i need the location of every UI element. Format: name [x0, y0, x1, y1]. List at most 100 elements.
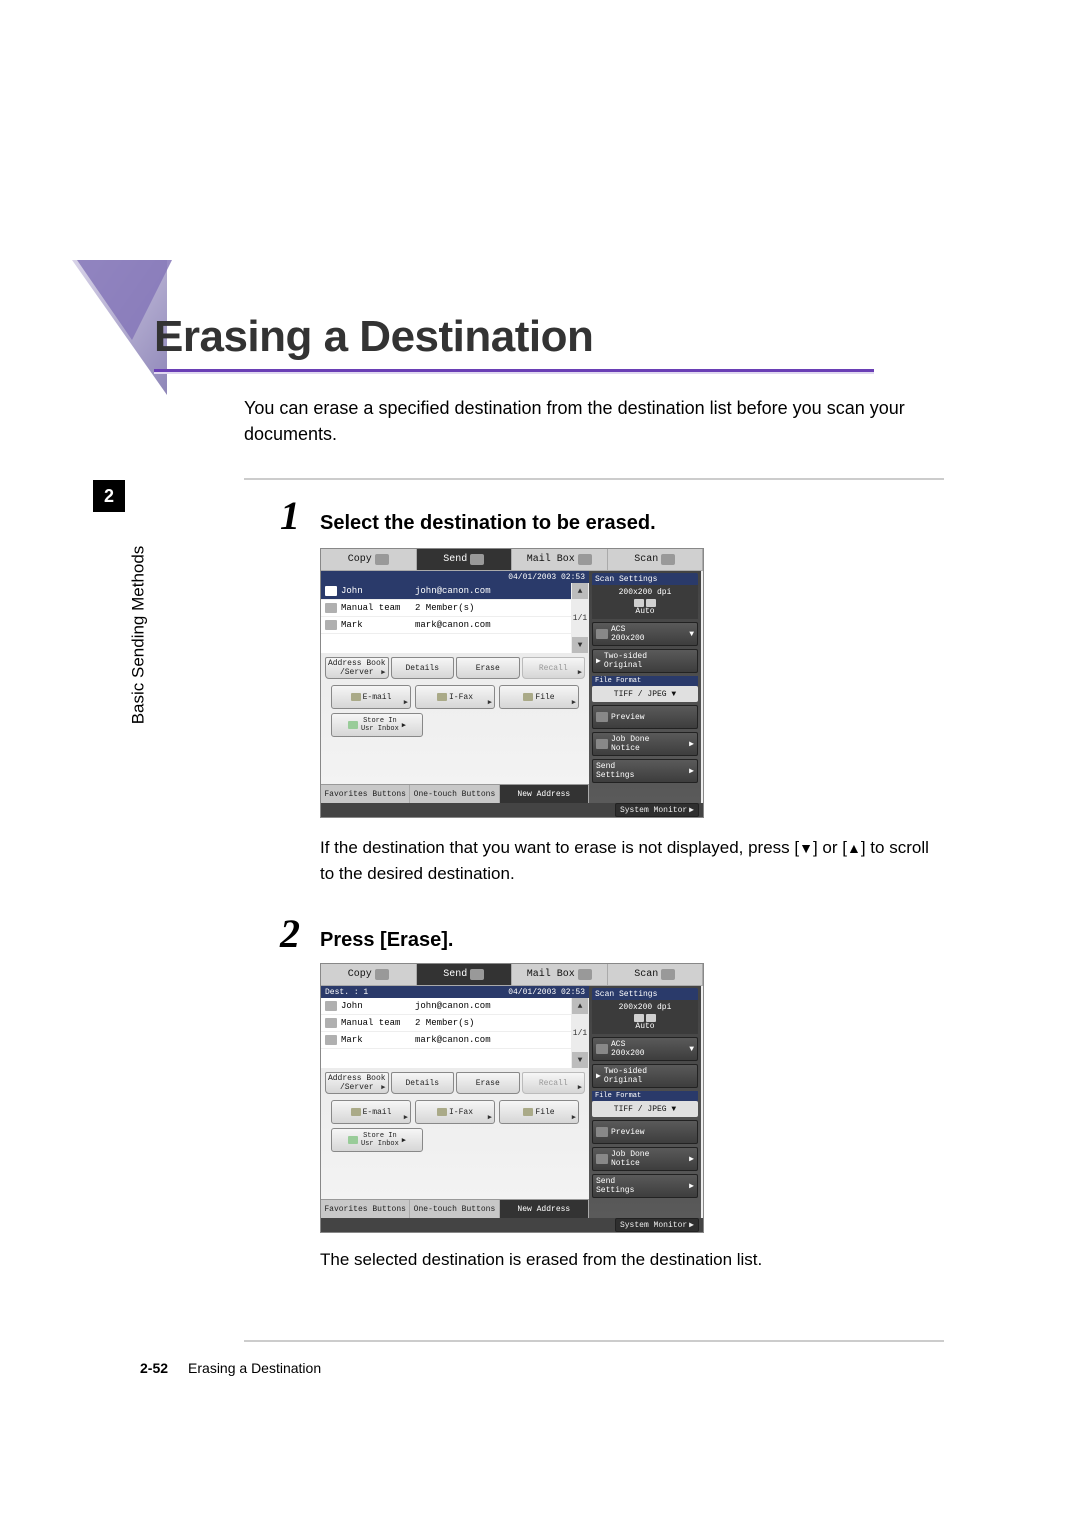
address-book-button[interactable]: Address Book /Server▶: [325, 657, 389, 679]
down-triangle-icon: ▼: [799, 841, 813, 855]
destination-row-selected[interactable]: John john@canon.com: [321, 583, 589, 600]
onetouch-tab[interactable]: One-touch Buttons: [410, 785, 499, 803]
send-settings-button[interactable]: Send Settings▶: [592, 1174, 698, 1198]
scan-settings-title: Scan Settings: [592, 988, 698, 1000]
onetouch-tab[interactable]: One-touch Buttons: [410, 1200, 499, 1218]
group-icon: [325, 603, 337, 613]
system-monitor-bar: System Monitor▶: [321, 1218, 703, 1232]
scan-icon: [661, 969, 675, 980]
destination-row[interactable]: Mark mark@canon.com: [321, 617, 589, 634]
right-panel: Scan Settings 200x200 dpi Auto ACS 200x2…: [589, 571, 701, 803]
system-monitor-button[interactable]: System Monitor▶: [615, 803, 699, 817]
preview-button[interactable]: Preview: [592, 705, 698, 729]
file-format-select[interactable]: TIFF / JPEG ▼: [592, 686, 698, 702]
file-format-select[interactable]: TIFF / JPEG ▼: [592, 1101, 698, 1117]
email-icon: [351, 1108, 361, 1116]
scroll-up-button[interactable]: ▲: [572, 998, 588, 1014]
scroll-up-button[interactable]: ▲: [572, 583, 588, 599]
scan-settings-summary: 200x200 dpi Auto: [592, 1000, 698, 1034]
favorites-tab[interactable]: Favorites Buttons: [321, 785, 410, 803]
address-book-button[interactable]: Address Book /Server▶: [325, 1072, 389, 1094]
acs-button[interactable]: ACS 200x200▼: [592, 1037, 698, 1061]
screenshot-step-1: Copy Send Mail Box Scan 04/01/2003 02:53…: [320, 548, 704, 818]
scan-icon: [661, 554, 675, 565]
up-triangle-icon: ▲: [847, 841, 861, 855]
envelope-icon: [325, 620, 337, 630]
notice-icon: [596, 1154, 608, 1164]
favorites-tab[interactable]: Favorites Buttons: [321, 1200, 410, 1218]
ifax-button[interactable]: I-Fax▶: [415, 1100, 495, 1124]
page-count: 1/1: [573, 614, 587, 623]
recall-button[interactable]: Recall▶: [522, 657, 586, 679]
screenshot-step-2: Copy Send Mail Box Scan Dest. : 1 04/01/…: [320, 963, 704, 1233]
top-tab-copy[interactable]: Copy: [321, 964, 417, 986]
new-address-tab[interactable]: New Address: [500, 785, 589, 803]
page-count: 1/1: [573, 1029, 587, 1038]
new-address-tab[interactable]: New Address: [500, 1200, 589, 1218]
ifax-button[interactable]: I-Fax▶: [415, 685, 495, 709]
system-monitor-button[interactable]: System Monitor▶: [615, 1218, 699, 1232]
destination-row[interactable]: John john@canon.com: [321, 998, 589, 1015]
copy-icon: [375, 969, 389, 980]
top-tab-mailbox[interactable]: Mail Box: [512, 964, 608, 986]
ifax-icon: [437, 693, 447, 701]
send-icon: [470, 554, 484, 565]
scroll-down-button[interactable]: ▼: [572, 1052, 588, 1068]
step-2-number: 2: [280, 910, 300, 957]
top-tab-mailbox[interactable]: Mail Box: [512, 549, 608, 571]
email-button[interactable]: E-mail▶: [331, 1100, 411, 1124]
file-icon: [523, 1108, 533, 1116]
destination-row[interactable]: Mark mark@canon.com: [321, 1032, 589, 1049]
page-footer: 2-52 Erasing a Destination: [140, 1360, 321, 1376]
divider-bottom: [244, 1340, 944, 1342]
top-tab-send[interactable]: Send: [417, 549, 513, 571]
copy-icon: [375, 554, 389, 565]
erase-button[interactable]: Erase: [456, 657, 520, 679]
inbox-icon: [348, 1136, 358, 1144]
scan-settings-title: Scan Settings: [592, 573, 698, 585]
file-format-title: File Format: [592, 676, 698, 686]
ifax-icon: [437, 1108, 447, 1116]
file-format-title: File Format: [592, 1091, 698, 1101]
erase-button[interactable]: Erase: [456, 1072, 520, 1094]
preview-button[interactable]: Preview: [592, 1120, 698, 1144]
top-tab-scan[interactable]: Scan: [608, 964, 704, 986]
email-button[interactable]: E-mail▶: [331, 685, 411, 709]
file-button[interactable]: File▶: [499, 685, 579, 709]
footer-title: Erasing a Destination: [188, 1360, 321, 1376]
doc-icon: [634, 1014, 644, 1022]
store-in-inbox-button[interactable]: Store In Usr Inbox▶: [331, 713, 423, 737]
side-label-text: Basic Sending Methods: [128, 546, 148, 725]
store-in-inbox-button[interactable]: Store In Usr Inbox▶: [331, 1128, 423, 1152]
top-tab-copy[interactable]: Copy: [321, 549, 417, 571]
notice-icon: [596, 739, 608, 749]
page-indicator: ▲ 1/1 ▼: [571, 583, 589, 653]
acs-button[interactable]: ACS 200x200▼: [592, 622, 698, 646]
status-bar: Dest. : 1 04/01/2003 02:53: [321, 986, 589, 998]
destination-row[interactable]: Manual team 2 Member(s): [321, 1015, 589, 1032]
top-tab-scan[interactable]: Scan: [608, 549, 704, 571]
step-1-heading: Select the destination to be erased.: [320, 512, 656, 535]
inbox-icon: [348, 721, 358, 729]
left-panel: Dest. : 1 04/01/2003 02:53 John john@can…: [321, 986, 589, 1218]
step-1-note: If the destination that you want to eras…: [320, 835, 940, 886]
top-tab-send[interactable]: Send: [417, 964, 513, 986]
details-button[interactable]: Details: [391, 1072, 455, 1094]
details-button[interactable]: Details: [391, 657, 455, 679]
job-done-button[interactable]: Job Done Notice▶: [592, 1147, 698, 1171]
page-heading: Erasing a Destination: [154, 315, 874, 359]
heading-underline: [154, 369, 874, 374]
two-sided-button[interactable]: ▶Two-sided Original: [592, 649, 698, 673]
send-settings-button[interactable]: Send Settings▶: [592, 759, 698, 783]
send-icon: [470, 969, 484, 980]
preview-icon: [596, 1127, 608, 1137]
destination-list: John john@canon.com Manual team 2 Member…: [321, 998, 589, 1068]
page-number: 2-52: [140, 1360, 168, 1376]
recall-button[interactable]: Recall▶: [522, 1072, 586, 1094]
job-done-button[interactable]: Job Done Notice▶: [592, 732, 698, 756]
destination-row[interactable]: Manual team 2 Member(s): [321, 600, 589, 617]
file-button[interactable]: File▶: [499, 1100, 579, 1124]
intro-text: You can erase a specified destination fr…: [244, 395, 944, 447]
two-sided-button[interactable]: ▶Two-sided Original: [592, 1064, 698, 1088]
scroll-down-button[interactable]: ▼: [572, 637, 588, 653]
